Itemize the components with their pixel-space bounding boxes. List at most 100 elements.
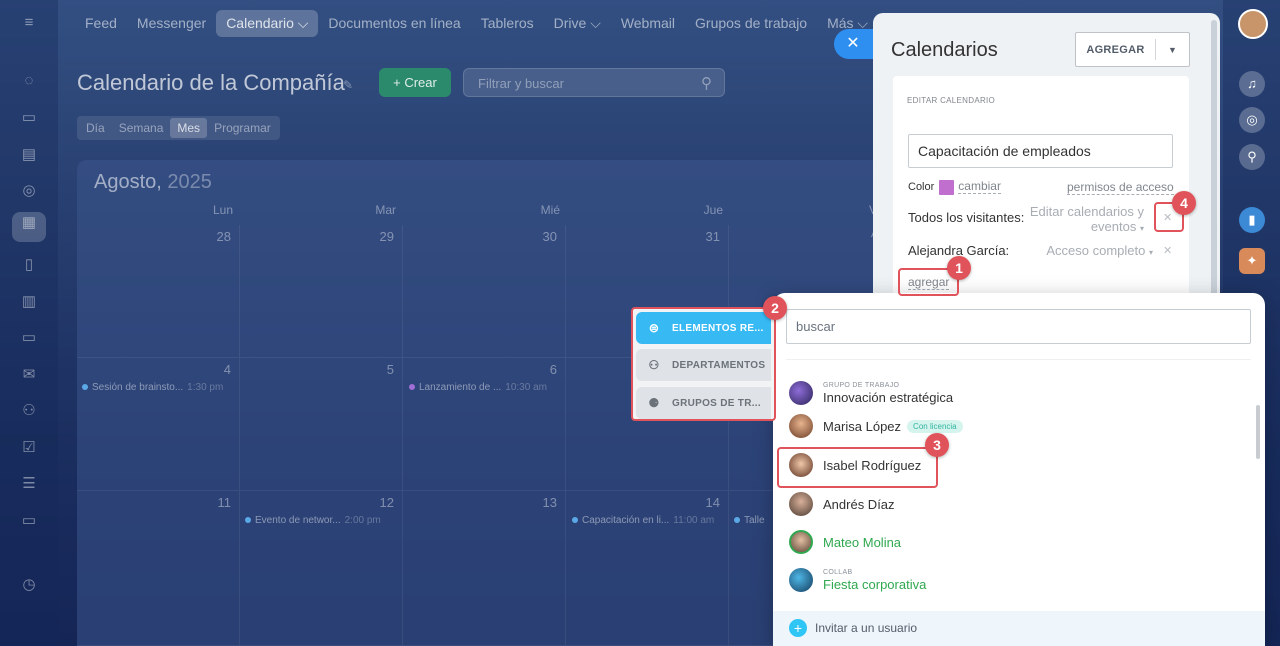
app-icon[interactable]: ✦ [1239, 248, 1265, 274]
nav-tableros[interactable]: Tableros [471, 10, 544, 36]
day-cell[interactable]: 13 [403, 491, 566, 646]
popup-scrollbar[interactable] [1256, 405, 1260, 459]
avatar [789, 492, 813, 516]
color-row: Color cambiar [908, 179, 1001, 195]
change-color-link[interactable]: cambiar [958, 179, 1001, 194]
visitors-access-select[interactable]: Editar calendarios y eventos ▾ [1029, 204, 1144, 236]
list-item[interactable]: Mateo Molina [789, 526, 901, 558]
top-navigation: Feed Messenger Calendario ⌵ Documentos e… [75, 9, 878, 37]
clock-icon[interactable]: ◷ [18, 574, 40, 596]
nav-drive[interactable]: Drive ⌵ [544, 10, 611, 37]
tab-week[interactable]: Semana [112, 118, 171, 138]
add-button-label: AGREGAR [1086, 43, 1145, 56]
add-calendar-button[interactable]: AGREGAR ▼ [1075, 32, 1190, 67]
mail-icon[interactable]: ✉ [18, 364, 40, 386]
nav-feed[interactable]: Feed [75, 10, 127, 36]
color-label: Color [908, 181, 935, 193]
tab-schedule[interactable]: Programar [207, 118, 278, 138]
bell-icon[interactable]: ♫ [1239, 71, 1265, 97]
weekday-thu: Jue [703, 203, 723, 217]
people-icon: ⚇ [648, 358, 660, 372]
event-dot [572, 517, 578, 524]
document-icon[interactable]: ▤ [18, 144, 40, 166]
tab-recent[interactable]: ⊜ ELEMENTOS RE... [636, 312, 771, 344]
item-name: Andrés Díaz [823, 496, 895, 512]
search-icon: ⚲ [701, 75, 712, 92]
chevron-down-icon[interactable]: ▼ [1156, 45, 1189, 55]
panel-title: Calendarios [891, 39, 998, 61]
color-swatch[interactable] [939, 179, 955, 195]
calendar-event[interactable]: Sesión de brainsto... 1:30 pm [82, 382, 237, 393]
item-text: COLLAB Fiesta corporativa [823, 569, 927, 592]
nav-grupos[interactable]: Grupos de trabajo [685, 10, 817, 36]
nav-calendario[interactable]: Calendario ⌵ [216, 9, 319, 37]
page-title: Calendario de la Compañía [77, 70, 345, 95]
event-dot [245, 517, 251, 524]
filter-search-input[interactable]: Filtrar y buscar ⚲ [463, 68, 725, 97]
copilot-icon[interactable]: ◎ [1239, 107, 1265, 133]
panel-scrollbar[interactable] [1211, 20, 1217, 300]
bookmark-icon[interactable]: ▮ [1239, 207, 1265, 233]
event-dot [409, 384, 415, 391]
access-permissions-link[interactable]: permisos de acceso [1067, 180, 1174, 195]
list-item[interactable]: GRUPO DE TRABAJO Innovación estratégica [789, 377, 953, 409]
search-list-icon: ⊜ [648, 321, 660, 335]
group-icon[interactable]: ⚇ [18, 400, 40, 422]
filter-search-placeholder: Filtrar y buscar [478, 76, 564, 91]
day-cell[interactable]: 6 [403, 358, 566, 491]
day-cell[interactable]: 4 [77, 358, 240, 491]
tab-workgroups[interactable]: ⚈ GRUPOS DE TR... [636, 387, 771, 419]
calendar-month-label: Agosto, 2025 [94, 171, 212, 193]
inbox-icon[interactable]: ▭ [18, 510, 40, 532]
day-cell[interactable]: 29 [240, 225, 403, 358]
user-avatar[interactable] [1238, 9, 1268, 39]
search-chat-icon[interactable]: ⚲ [1239, 144, 1265, 170]
day-cell[interactable]: 30 [403, 225, 566, 358]
calendar-event[interactable]: Talle [734, 515, 774, 526]
day-cell[interactable]: 11 [77, 491, 240, 646]
settings-icon[interactable]: ◎ [18, 180, 40, 202]
day-cell[interactable]: 28 [77, 225, 240, 358]
calendar-event[interactable]: Capacitación en li... 11:00 am [572, 515, 727, 526]
calendar-icon[interactable]: ▦ [12, 212, 46, 242]
drive-icon[interactable]: ▭ [18, 327, 40, 349]
nav-webmail[interactable]: Webmail [611, 10, 685, 36]
board-icon[interactable]: ▥ [18, 291, 40, 313]
nav-messenger[interactable]: Messenger [127, 10, 216, 36]
tab-day[interactable]: Día [79, 118, 112, 138]
callout-badge: 1 [947, 256, 971, 280]
calendar-event[interactable]: Lanzamiento de ... 10:30 am [409, 382, 559, 393]
activity-icon[interactable]: ◌ [18, 70, 40, 92]
remove-user-icon[interactable]: ✕ [1163, 244, 1172, 257]
weekday-mon: Lun [212, 203, 233, 217]
menu-icon[interactable]: ≡ [18, 12, 40, 34]
filter-icon[interactable]: ☰ [18, 473, 40, 495]
event-dot [734, 517, 740, 524]
callout-badge: 3 [925, 433, 949, 457]
pin-icon[interactable]: ✎ [343, 78, 353, 92]
day-cell[interactable]: 5 [240, 358, 403, 491]
user-access-select[interactable]: Acceso completo ▾ [1028, 243, 1153, 260]
highlight-user-item [777, 447, 938, 488]
avatar [789, 381, 813, 405]
list-item[interactable]: Andrés Díaz [789, 488, 895, 520]
file-icon[interactable]: ▯ [18, 254, 40, 276]
user-search-input[interactable]: buscar [786, 309, 1251, 344]
callout-badge: 2 [763, 296, 787, 320]
selector-tabs: ⊜ ELEMENTOS RE... ⚇ DEPARTAMENTOS ⚈ GRUPOS … [631, 307, 776, 421]
close-panel-button[interactable]: ✕ [834, 29, 878, 59]
calendar-name-input[interactable]: Capacitación de empleados [908, 134, 1173, 168]
divider [786, 359, 1251, 360]
plus-icon: + [789, 619, 807, 637]
list-item[interactable]: COLLAB Fiesta corporativa [789, 564, 926, 596]
tab-month[interactable]: Mes [170, 118, 208, 138]
create-button[interactable]: + Crear [379, 68, 451, 97]
nav-documentos[interactable]: Documentos en línea [318, 10, 470, 36]
tab-departments[interactable]: ⚇ DEPARTAMENTOS [636, 349, 771, 381]
event-dot [82, 384, 88, 391]
avatar [789, 530, 813, 554]
invite-user-button[interactable]: + Invitar a un usuario [789, 619, 917, 637]
chat-icon[interactable]: ▭ [18, 107, 40, 129]
task-icon[interactable]: ☑ [18, 437, 40, 459]
calendar-event[interactable]: Evento de networ... 2:00 pm [245, 515, 400, 526]
